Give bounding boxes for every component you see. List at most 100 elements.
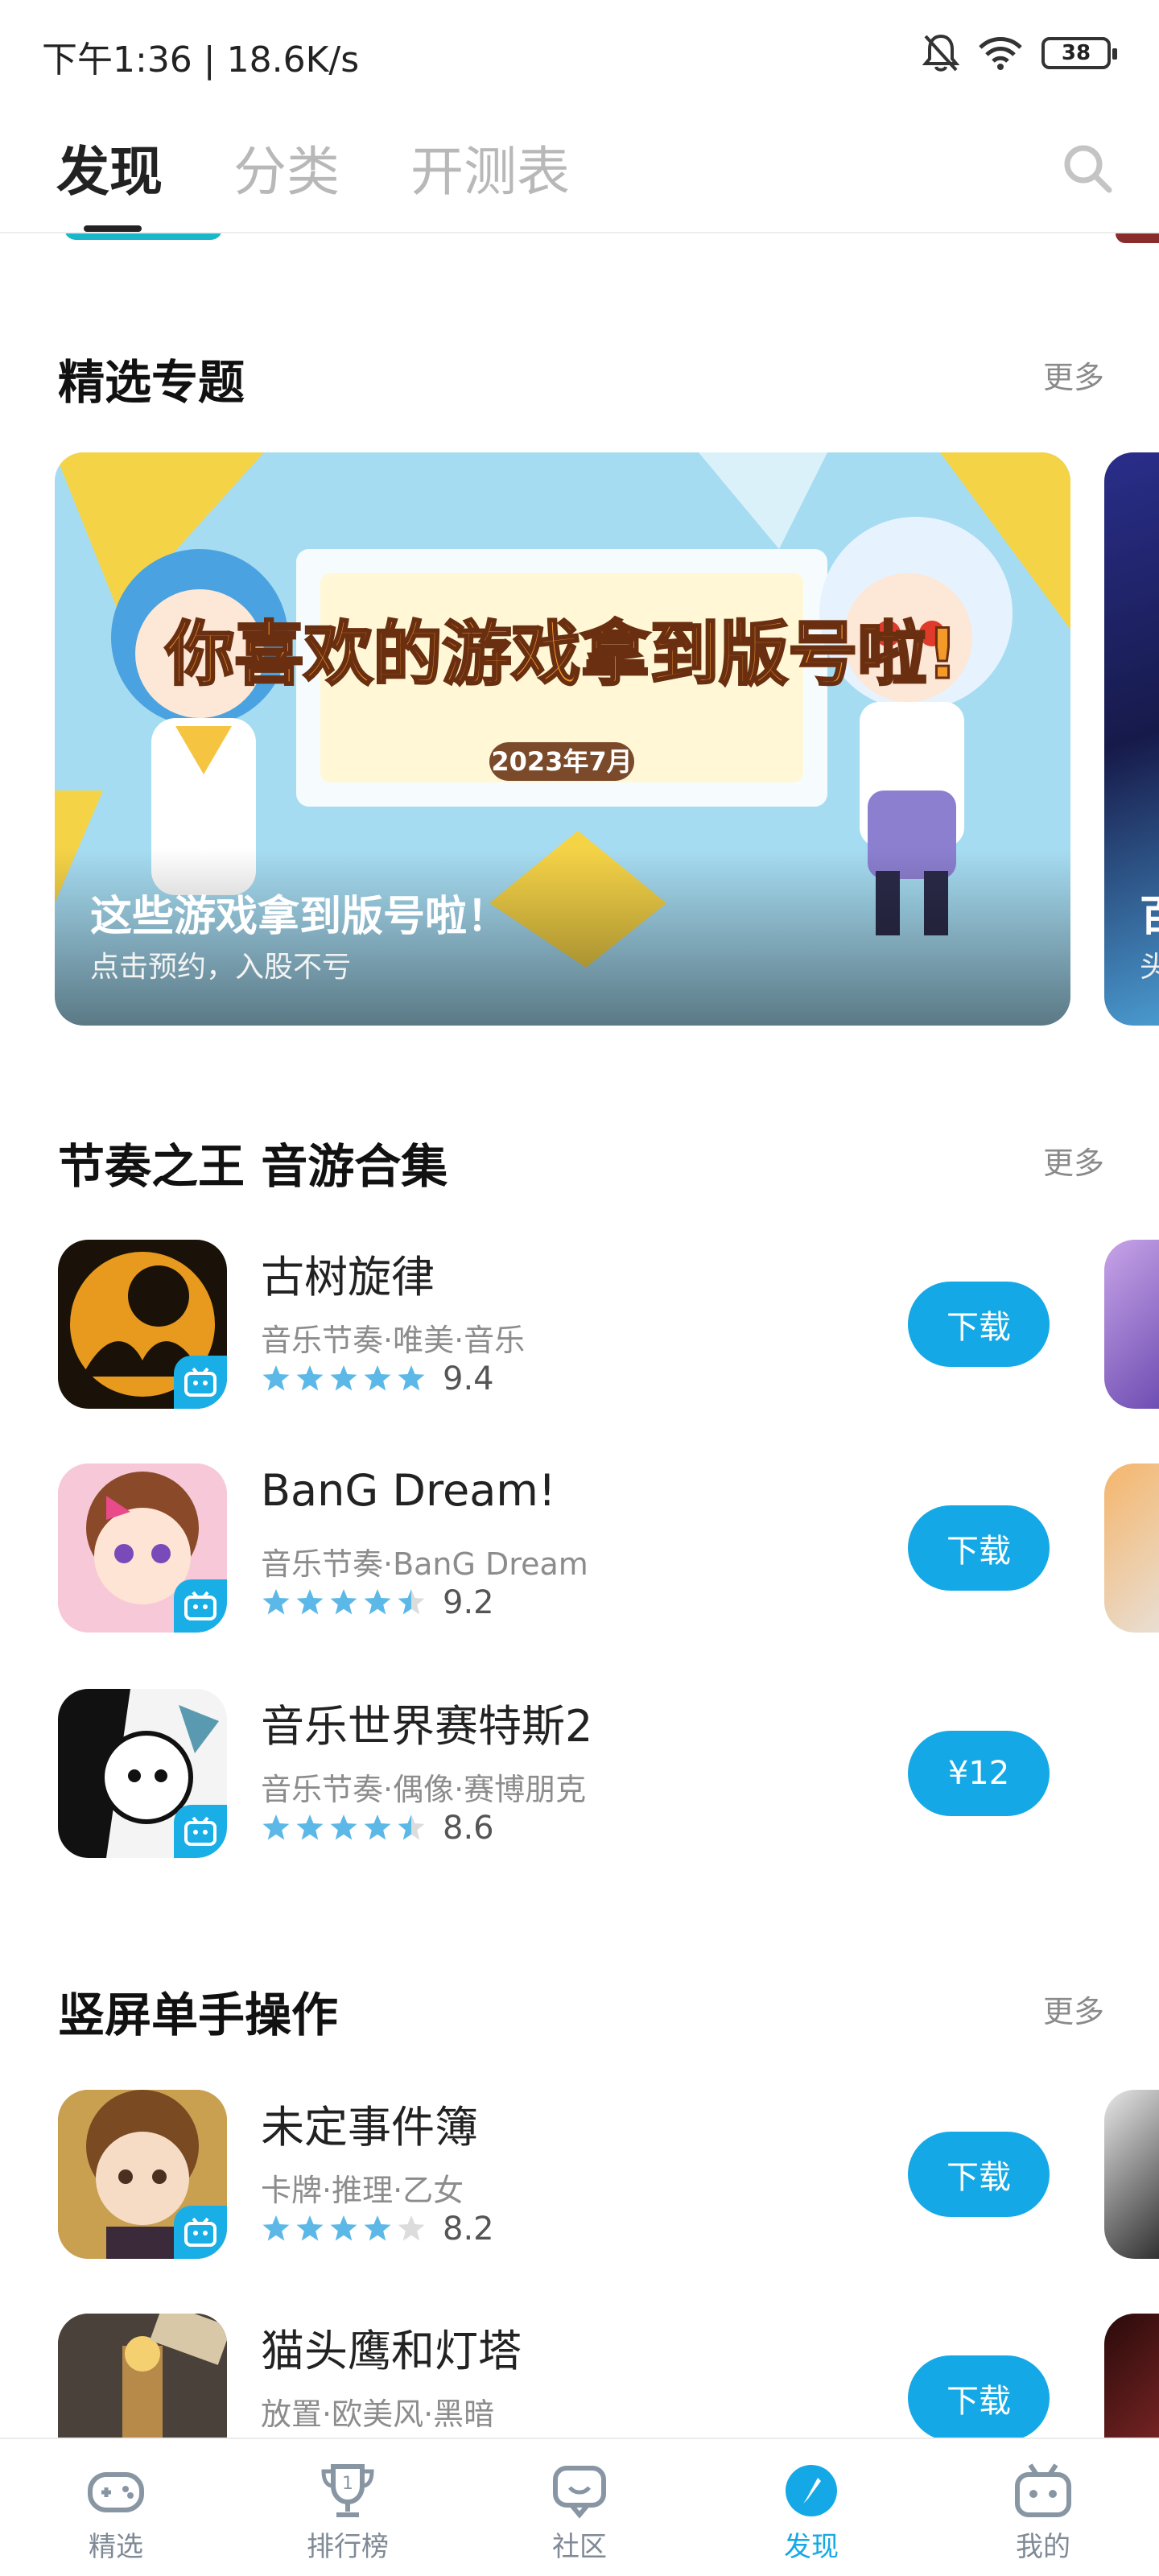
nav-item-featured[interactable]: 精选 <box>35 2447 196 2576</box>
star-icon <box>296 1814 324 1840</box>
trophy-icon: 1 <box>321 2464 374 2517</box>
bilibili-badge-icon <box>174 1356 227 1409</box>
app-name[interactable]: 古树旋律 <box>261 1241 435 1305</box>
nav-item-profile[interactable]: 我的 <box>963 2447 1124 2576</box>
next-banner-title: 百 <box>1140 882 1159 943</box>
chat-icon <box>553 2466 606 2519</box>
banner-title: 这些游戏拿到版号啦！ <box>90 893 509 941</box>
mute-bell-icon <box>922 34 959 72</box>
next-app-peek[interactable] <box>1104 1463 1159 1633</box>
gamepad-icon <box>88 2472 144 2512</box>
bilibili-tv-icon <box>1015 2463 1071 2517</box>
app-name[interactable]: BanG Dream! <box>261 1465 556 1516</box>
rating-score: 8.6 <box>443 1810 494 1847</box>
app-tags: 卡牌·推理·乙女 <box>261 2173 464 2208</box>
wifi-icon <box>979 37 1022 70</box>
banner-headline: 你喜欢的游戏拿到版号啦! <box>164 614 958 695</box>
app-row[interactable]: 音乐世界赛特斯2 音乐节奏·偶像·赛博朋克 8.6 ¥12 <box>0 1689 1159 1866</box>
rating-stars <box>261 1813 427 1843</box>
next-banner-subtitle: 头 <box>1140 951 1159 984</box>
bilibili-badge-icon <box>174 2206 227 2259</box>
rating-stars <box>261 1587 427 1618</box>
music-more-link[interactable]: 更多 <box>1043 1138 1104 1183</box>
bilibili-badge-icon <box>174 1579 227 1633</box>
nav-label: 发现 <box>784 2531 839 2563</box>
app-row[interactable]: BanG Dream! 音乐节奏·BanG Dream 9.2 下载 <box>0 1463 1159 1641</box>
app-rating: 8.2 <box>261 2209 494 2249</box>
star-icon <box>296 1589 324 1615</box>
app-row[interactable]: 古树旋律 音乐节奏·唯美·音乐 9.4 下载 <box>0 1240 1159 1417</box>
app-rating: 9.4 <box>261 1359 494 1399</box>
star-icon <box>296 1365 324 1391</box>
download-button[interactable]: 下载 <box>908 2132 1050 2217</box>
status-bar: 下午1:36 | 18.6K/s 38 <box>0 0 1159 105</box>
featured-banner[interactable]: 你喜欢的游戏拿到版号啦! 2023年7月 这些游戏拿到版号啦！ 点击预约，入股不… <box>55 452 1070 1026</box>
nav-item-discover[interactable]: 发现 <box>731 2447 892 2576</box>
section-title-featured: 精选专题 <box>58 355 245 410</box>
star-icon <box>398 2215 425 2241</box>
app-name[interactable]: 猫头鹰和灯塔 <box>261 2315 522 2379</box>
star-icon <box>296 2215 324 2241</box>
rating-stars <box>261 2214 427 2244</box>
nav-item-ranking[interactable]: 1 排行榜 <box>267 2447 428 2576</box>
rating-score: 8.2 <box>443 2211 494 2248</box>
app-tags: 放置·欧美风·黑暗 <box>261 2396 495 2432</box>
section-title-music: 节奏之王 音游合集 <box>58 1139 448 1194</box>
next-app-peek[interactable] <box>1104 1240 1159 1409</box>
star-icon <box>364 2215 391 2241</box>
banner-subtitle: 点击预约，入股不亏 <box>90 951 352 984</box>
svg-text:1: 1 <box>342 2474 353 2494</box>
battery-indicator: 38 <box>1041 37 1117 69</box>
nav-label: 我的 <box>1016 2531 1070 2563</box>
rating-score: 9.2 <box>443 1584 494 1621</box>
star-icon <box>398 1589 425 1615</box>
status-time-speed: 下午1:36 | 18.6K/s <box>42 39 360 80</box>
download-button[interactable]: 下载 <box>908 2355 1050 2441</box>
star-icon <box>330 2215 357 2241</box>
star-icon <box>364 1589 391 1615</box>
featured-more-link[interactable]: 更多 <box>1043 353 1104 397</box>
star-icon <box>364 1365 391 1391</box>
app-icon-cytus2[interactable] <box>58 1689 227 1858</box>
app-icon-weiding[interactable] <box>58 2090 227 2259</box>
bilibili-badge-icon <box>174 1805 227 1858</box>
nav-label: 排行榜 <box>307 2531 389 2563</box>
star-icon <box>262 2215 290 2241</box>
one-hand-more-link[interactable]: 更多 <box>1043 1987 1104 2031</box>
price-button[interactable]: ¥12 <box>908 1731 1050 1816</box>
banner-date-tag: 2023年7月 <box>491 746 632 777</box>
section-title-one-hand: 竖屏单手操作 <box>58 1988 339 2042</box>
nav-label: 社区 <box>552 2531 607 2563</box>
star-icon <box>398 1814 425 1840</box>
tab-categories[interactable]: 分类 <box>233 129 340 206</box>
app-name[interactable]: 未定事件簿 <box>261 2091 478 2155</box>
star-icon <box>262 1365 290 1391</box>
status-icons: 38 <box>922 32 1117 74</box>
app-row[interactable]: 未定事件簿 卡牌·推理·乙女 8.2 下载 <box>0 2090 1159 2267</box>
search-icon[interactable] <box>1059 140 1117 198</box>
star-icon <box>330 1365 357 1391</box>
bottom-navigation: 精选 1 排行榜 社区 发现 我的 <box>0 2438 1159 2576</box>
app-icon-bang-dream[interactable] <box>58 1463 227 1633</box>
star-icon <box>262 1589 290 1615</box>
star-icon <box>330 1589 357 1615</box>
tab-discover[interactable]: 发现 <box>56 129 163 206</box>
next-app-peek[interactable] <box>1104 2090 1159 2259</box>
app-rating: 9.2 <box>261 1583 494 1623</box>
star-icon <box>262 1814 290 1840</box>
app-tags: 音乐节奏·BanG Dream <box>261 1546 588 1582</box>
tab-test-schedule[interactable]: 开测表 <box>410 129 570 206</box>
top-tab-bar: 发现 分类 开测表 <box>0 105 1159 233</box>
app-icon-gushu[interactable] <box>58 1240 227 1409</box>
app-tags: 音乐节奏·唯美·音乐 <box>261 1323 526 1358</box>
star-icon <box>330 1814 357 1840</box>
download-button[interactable]: 下载 <box>908 1282 1050 1367</box>
tab-indicator <box>84 225 142 232</box>
nav-item-community[interactable]: 社区 <box>499 2447 660 2576</box>
star-icon <box>398 1365 425 1391</box>
compass-icon <box>786 2465 837 2516</box>
nav-label: 精选 <box>89 2531 143 2563</box>
app-name[interactable]: 音乐世界赛特斯2 <box>261 1690 592 1754</box>
next-banner-peek[interactable]: 百 头 <box>1104 452 1159 1026</box>
download-button[interactable]: 下载 <box>908 1505 1050 1591</box>
